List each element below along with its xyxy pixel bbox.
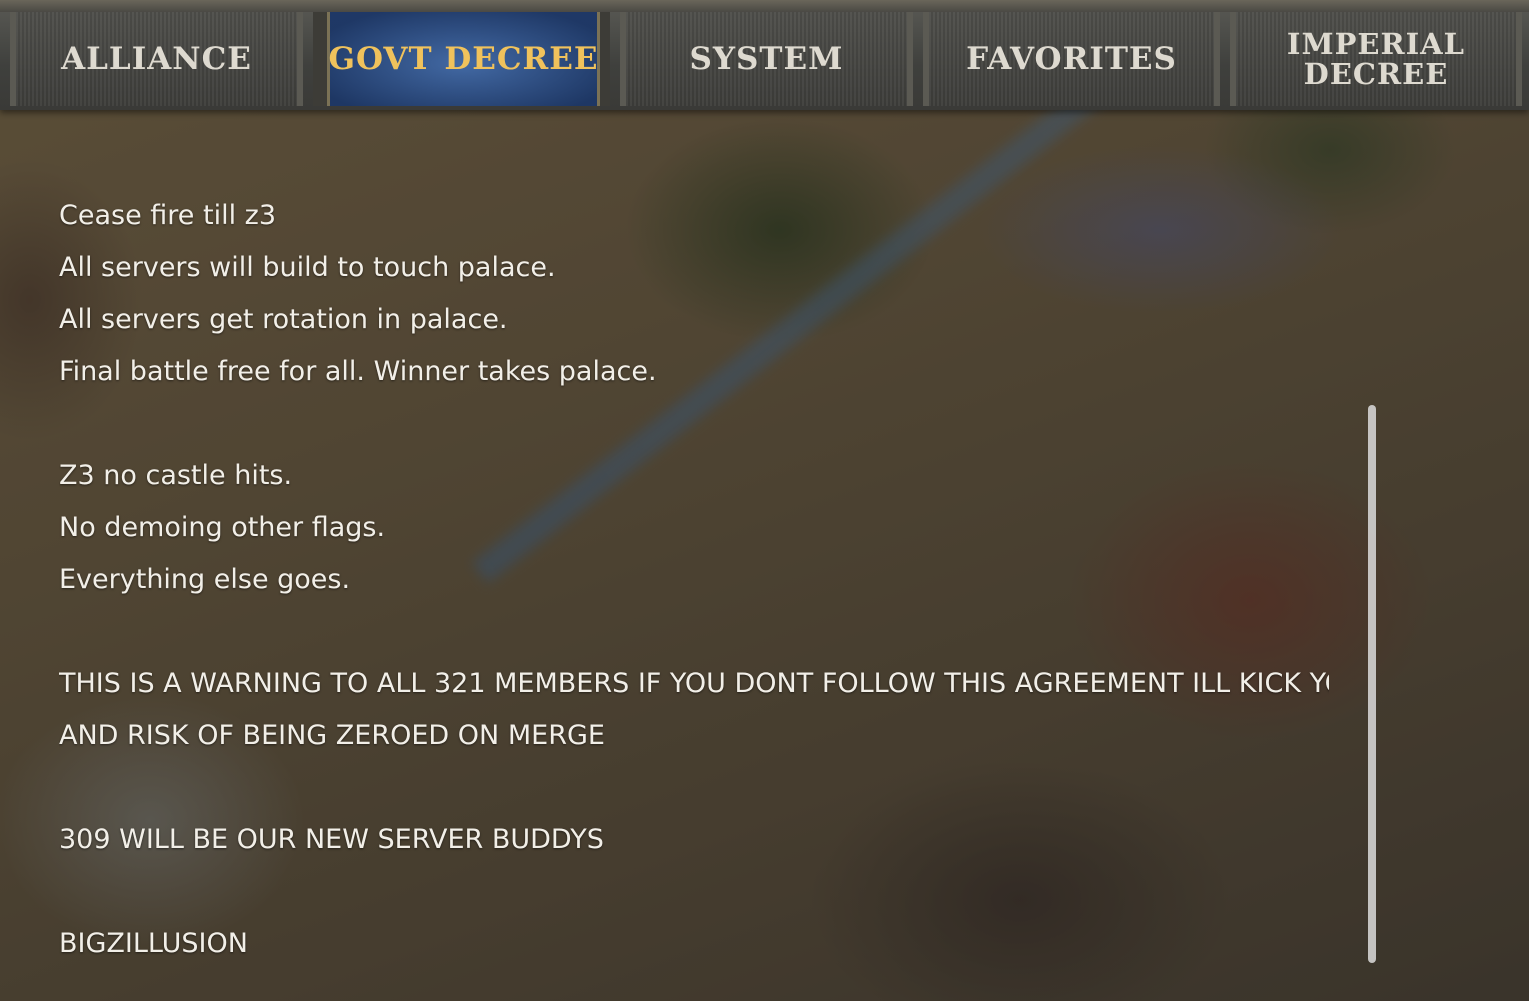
tab-imperial-decree-label-line2: DECREE — [1303, 57, 1449, 91]
tab-system[interactable]: SYSTEM — [620, 12, 913, 106]
decree-content: Cease fire till z3 All servers will buil… — [59, 190, 1329, 970]
decree-blank-line — [59, 866, 1329, 918]
decree-warning-line: THIS IS A WARNING TO ALL 321 MEMBERS IF … — [59, 668, 1329, 699]
tab-imperial-decree[interactable]: IMPERIAL DECREE — [1230, 12, 1522, 106]
tab-favorites[interactable]: FAVORITES — [923, 12, 1220, 106]
govt-decree-screen: ALLIANCE GOVT DECREE SYSTEM FAVORITES IM… — [0, 0, 1529, 1001]
decree-signature: BIGZILLUSION — [59, 928, 248, 959]
tab-alliance-label: ALLIANCE — [61, 41, 252, 77]
tab-system-label: SYSTEM — [689, 41, 844, 77]
tab-bar: ALLIANCE GOVT DECREE SYSTEM FAVORITES IM… — [0, 0, 1529, 110]
tab-alliance[interactable]: ALLIANCE — [10, 12, 303, 106]
tab-favorites-label: FAVORITES — [966, 41, 1177, 77]
content-scrollbar[interactable] — [1368, 405, 1376, 963]
decree-line: Cease fire till z3 — [59, 200, 277, 231]
tab-govt-decree[interactable]: GOVT DECREE — [313, 12, 610, 106]
decree-line: Final battle free for all. Winner takes … — [59, 356, 657, 387]
decree-warning-line: AND RISK OF BEING ZEROED ON MERGE — [59, 720, 605, 751]
decree-blank-line — [59, 606, 1329, 658]
decree-line: All servers get rotation in palace. — [59, 304, 508, 335]
decree-blank-line — [59, 762, 1329, 814]
decree-line: Z3 no castle hits. — [59, 460, 293, 491]
decree-line: No demoing other flags. — [59, 512, 386, 543]
tab-govt-decree-label: GOVT DECREE — [328, 41, 599, 77]
decree-line: 309 WILL BE OUR NEW SERVER BUDDYS — [59, 824, 604, 855]
decree-line: All servers will build to touch palace. — [59, 252, 556, 283]
tab-imperial-decree-label-line1: IMPERIAL — [1286, 27, 1466, 61]
decree-line: Everything else goes. — [59, 564, 351, 595]
decree-blank-line — [59, 398, 1329, 450]
